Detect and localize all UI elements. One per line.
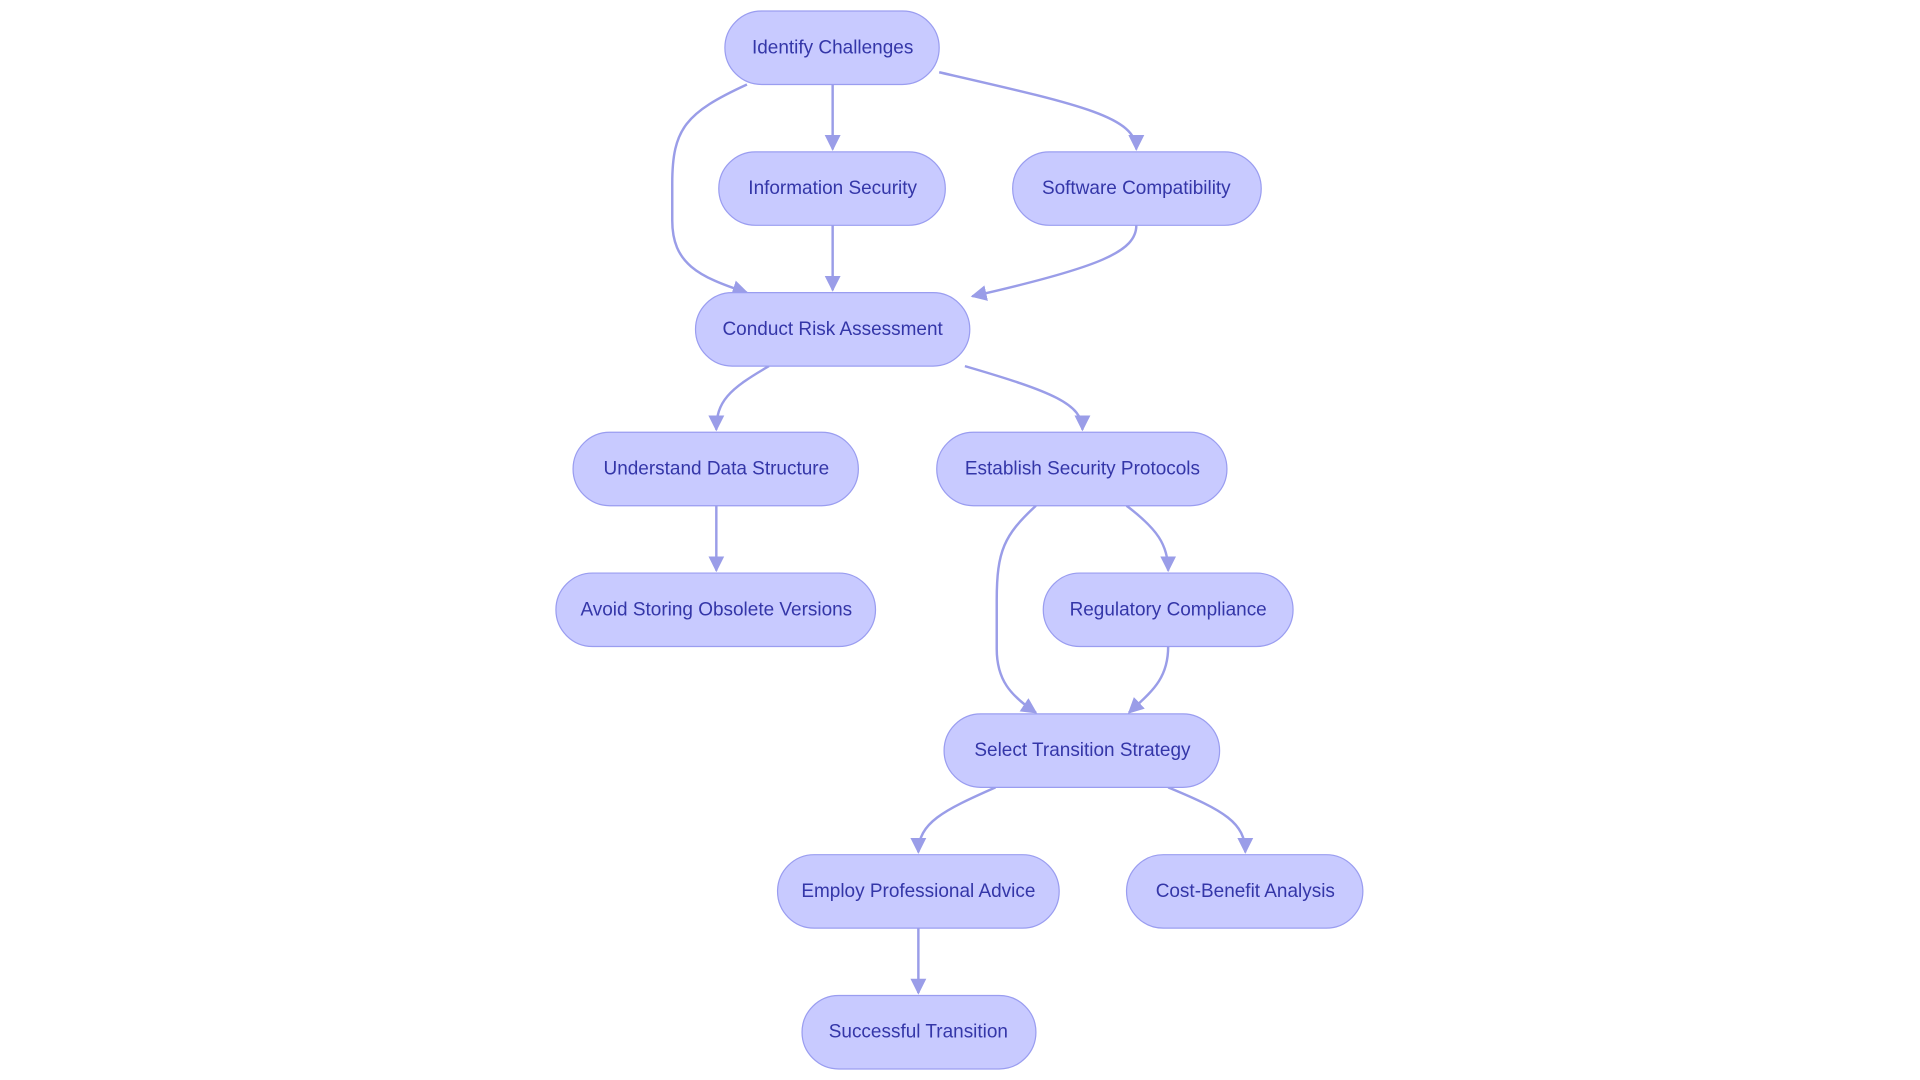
node-regulatory-compliance[interactable]: Regulatory Compliance [1042, 572, 1294, 648]
node-conduct-risk-assessment[interactable]: Conduct Risk Assessment [694, 292, 971, 367]
flowchart: Identify Challenges Information Security… [555, 10, 1364, 1070]
node-select-transition-strategy[interactable]: Select Transition Strategy [943, 713, 1221, 788]
edge-identify-software [938, 71, 1145, 151]
node-avoid-storing-obsolete-versions[interactable]: Avoid Storing Obsolete Versions [555, 572, 877, 648]
node-employ-professional-advice[interactable]: Employ Professional Advice [776, 854, 1060, 929]
node-information-security[interactable]: Information Security [718, 151, 946, 226]
edge-software-risk [970, 225, 1138, 301]
node-label: Understand Data Structure [604, 458, 830, 479]
node-label: Avoid Storing Obsolete Versions [580, 599, 852, 620]
node-understand-data-structure[interactable]: Understand Data Structure [572, 431, 859, 507]
node-identify-challenges[interactable]: Identify Challenges [724, 10, 940, 86]
edge-strategy-advice [910, 786, 997, 854]
node-label: Employ Professional Advice [801, 881, 1035, 902]
node-label: Software Compatibility [1042, 178, 1231, 199]
edge-protocols-strategy [995, 504, 1038, 714]
edge-risk-datastruct [708, 365, 770, 432]
node-label: Select Transition Strategy [974, 740, 1191, 761]
node-label: Regulatory Compliance [1070, 599, 1267, 620]
node-label: Successful Transition [829, 1022, 1008, 1043]
node-label: Information Security [748, 178, 917, 199]
node-label: Identify Challenges [752, 37, 913, 58]
edge-compliance-strategy [1127, 646, 1170, 714]
node-label: Cost-Benefit Analysis [1156, 881, 1335, 902]
node-software-compatibility[interactable]: Software Compatibility [1012, 151, 1262, 226]
edge-strategy-costbenefit [1167, 786, 1254, 854]
node-cost-benefit-analysis[interactable]: Cost-Benefit Analysis [1125, 854, 1364, 929]
node-label: Establish Security Protocols [965, 458, 1200, 479]
nodes: Identify Challenges Information Security… [555, 10, 1364, 1070]
edge-risk-protocols [964, 364, 1091, 432]
node-establish-security-protocols[interactable]: Establish Security Protocols [936, 431, 1228, 507]
node-successful-transition[interactable]: Successful Transition [801, 994, 1037, 1070]
edge-protocols-compliance [1125, 504, 1177, 573]
node-label: Conduct Risk Assessment [722, 319, 943, 340]
